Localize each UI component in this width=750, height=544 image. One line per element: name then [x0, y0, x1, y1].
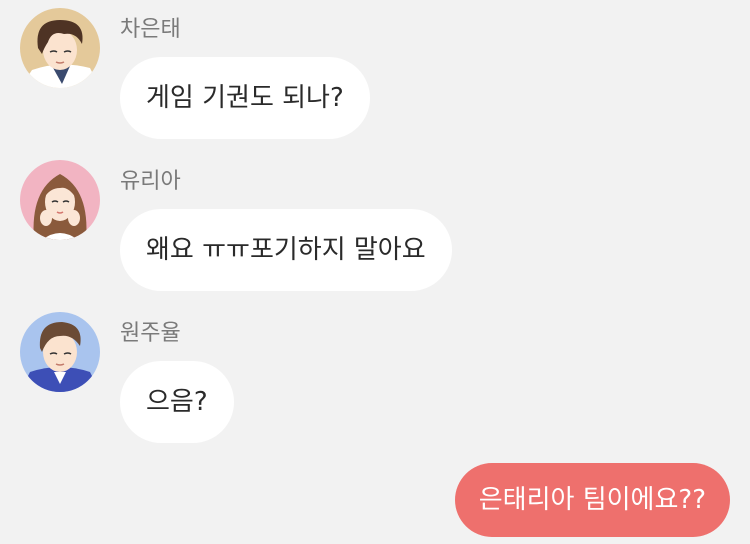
man-blue-shirt-avatar-icon[interactable]	[20, 312, 100, 392]
sender-name: 차은태	[120, 17, 181, 42]
sender-name: 원주율	[120, 321, 181, 346]
woman-long-hair-avatar-icon[interactable]	[20, 160, 100, 240]
outgoing-message-bubble[interactable]: 은태리아 팀이에요??	[454, 463, 730, 537]
man-brown-hair-avatar-icon[interactable]	[20, 8, 100, 88]
message-bubble[interactable]: 으음?	[120, 361, 234, 443]
message-bubble[interactable]: 게임 기권도 되나?	[120, 57, 370, 139]
message-bubble[interactable]: 왜요 ㅠㅠ포기하지 말아요	[120, 209, 452, 291]
sender-name: 유리아	[120, 169, 181, 194]
